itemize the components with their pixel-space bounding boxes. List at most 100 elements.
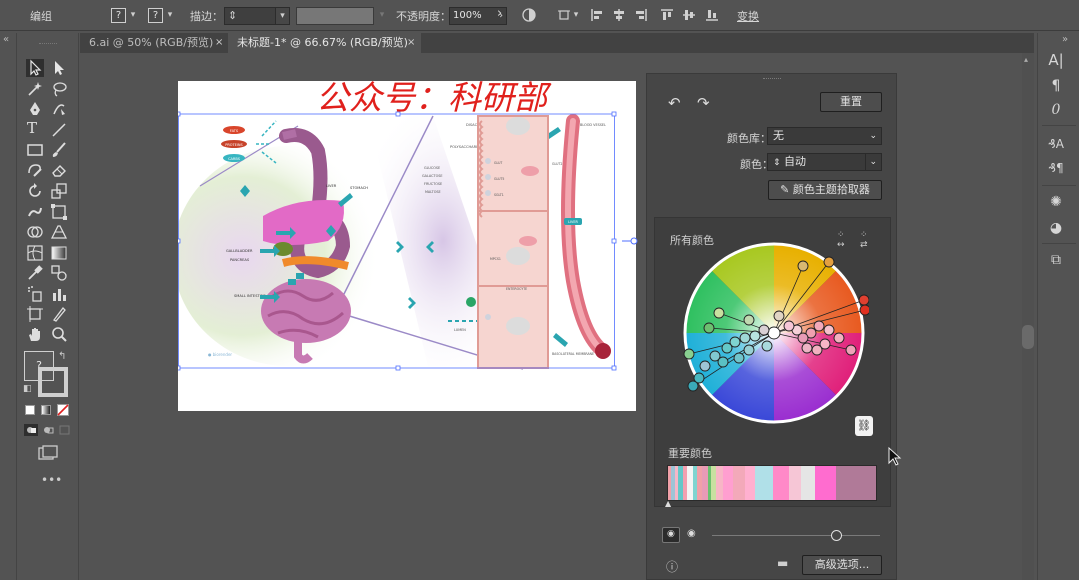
line-tool-icon[interactable] [50, 121, 68, 139]
info-icon[interactable]: ⓘ [666, 558, 678, 575]
column-graph-tool-icon[interactable] [50, 285, 68, 303]
scroll-up-icon[interactable]: ▴ [1024, 55, 1028, 64]
transform-dropdown-icon[interactable]: ▾ [571, 9, 581, 21]
graphic-style-dropdown-icon[interactable]: ▾ [377, 9, 387, 21]
graphic-style-swatch[interactable] [296, 7, 374, 25]
curvature-tool-icon[interactable] [50, 100, 68, 118]
stroke-color-box[interactable] [38, 367, 68, 397]
type-tool-icon[interactable]: T [27, 119, 45, 137]
rectangle-tool-icon[interactable] [26, 141, 44, 159]
edit-toolbar-icon[interactable]: ••• [41, 473, 62, 487]
magic-wand-tool-icon[interactable] [26, 80, 44, 98]
key-color-swatch[interactable] [773, 466, 789, 500]
align-bottom-icon[interactable] [706, 9, 718, 21]
color-theme-picker-button[interactable]: ✎ 颜色主题拾取器 [768, 180, 882, 200]
align-top-icon[interactable] [661, 9, 673, 21]
color-library-select[interactable]: 无 ⌄ [767, 127, 882, 145]
tab-6ai[interactable]: 6.ai @ 50% (RGB/预览) × [80, 33, 228, 53]
selection-tool-icon[interactable] [26, 59, 44, 77]
artboard-tool-icon[interactable] [26, 305, 44, 323]
perspective-grid-tool-icon[interactable] [50, 223, 68, 241]
transform-link[interactable]: 变换 [737, 8, 759, 24]
slice-tool-icon[interactable] [50, 305, 68, 323]
reset-button[interactable]: 重置 [820, 92, 882, 112]
opentype-icon[interactable]: 0 [1047, 101, 1065, 119]
default-fill-stroke-icon[interactable]: ◧ [23, 384, 32, 394]
collapse-right-icon[interactable]: » [1062, 34, 1068, 45]
undo-icon[interactable]: ↶ [668, 94, 681, 112]
colors-select[interactable]: ⇕ 自动 ⌄ [767, 153, 882, 171]
close-icon[interactable]: × [407, 33, 415, 53]
appearance-icon[interactable]: ✺ [1047, 193, 1065, 211]
lasso-tool-icon[interactable] [50, 80, 68, 98]
spinner-icon[interactable]: ⇕ [773, 158, 781, 168]
swap-fill-stroke-icon[interactable]: ↰ [58, 351, 66, 362]
paragraph-styles-icon[interactable]: ₰¶ [1047, 159, 1065, 177]
symbol-sprayer-tool-icon[interactable] [26, 285, 44, 303]
pen-tool-icon[interactable] [26, 100, 44, 118]
close-icon[interactable]: × [215, 33, 223, 53]
character-icon[interactable]: A| [1047, 51, 1065, 69]
gradient-tool-icon[interactable] [50, 244, 68, 262]
align-right-icon[interactable] [635, 9, 647, 21]
warp-tool-icon[interactable] [26, 203, 44, 221]
layers-icon[interactable]: ⧉ [1047, 251, 1065, 269]
eraser-tool-icon[interactable] [50, 161, 68, 179]
vertical-scrollbar[interactable]: ▴ [1022, 53, 1034, 580]
tab-untitled-1[interactable]: 未标题-1* @ 66.67% (RGB/预览) × [228, 33, 421, 53]
direct-selection-tool-icon[interactable] [50, 59, 68, 77]
graphic-styles-icon[interactable]: ◕ [1047, 219, 1065, 237]
align-middle-icon[interactable] [683, 9, 695, 21]
saturation-mode-button[interactable]: ◉ [662, 527, 680, 543]
key-color-swatch[interactable] [733, 466, 746, 500]
stroke-weight-spinner-icon[interactable]: ⇕ [228, 9, 237, 22]
key-color-swatch[interactable] [755, 466, 773, 500]
panel-grip[interactable] [763, 78, 781, 79]
paragraph-icon[interactable]: ¶ [1047, 77, 1065, 95]
key-color-swatch[interactable] [800, 466, 815, 500]
rotate-tool-icon[interactable] [26, 182, 44, 200]
gradient-mode-icon[interactable] [41, 405, 51, 415]
free-transform-tool-icon[interactable] [50, 203, 68, 221]
blend-tool-icon[interactable] [50, 264, 68, 282]
scroll-thumb[interactable] [1022, 325, 1034, 349]
key-color-swatch[interactable] [814, 466, 837, 500]
zoom-tool-icon[interactable] [50, 325, 68, 343]
hand-tool-icon[interactable] [26, 325, 44, 343]
brightness-slider-track[interactable] [712, 535, 880, 536]
stroke-weight-field[interactable]: ⇕ ▾ [224, 7, 290, 25]
opacity-expand-icon[interactable]: › [497, 6, 502, 21]
mesh-tool-icon[interactable] [26, 244, 44, 262]
key-color-swatch[interactable] [715, 466, 724, 500]
link-icon[interactable]: ⛓ [855, 416, 873, 436]
character-styles-icon[interactable]: ₰A [1047, 135, 1065, 153]
stroke-weight-dropdown-icon[interactable]: ▾ [275, 8, 289, 24]
none-mode-icon[interactable] [57, 404, 69, 416]
draw-inside-icon[interactable] [58, 424, 72, 436]
key-color-swatch[interactable] [745, 466, 756, 500]
color-wheel[interactable] [679, 238, 869, 428]
redo-icon[interactable]: ↷ [697, 94, 710, 112]
brightness-slider-thumb[interactable] [831, 530, 842, 541]
brightness-mode-icon[interactable]: ◉ [687, 528, 696, 539]
stroke-dropdown-chevron[interactable]: ▾ [165, 9, 175, 21]
strip-slider-handle[interactable]: ▲ [665, 499, 671, 508]
shaper-tool-icon[interactable] [26, 161, 44, 179]
draw-normal-icon[interactable] [24, 424, 38, 436]
color-mode-icon[interactable] [25, 405, 35, 415]
paintbrush-tool-icon[interactable] [50, 141, 68, 159]
digestion-illustration[interactable]: FATS PROTEINS CARBS LIVER STOMACH GALLBL… [178, 81, 636, 411]
transform-each-icon[interactable] [557, 8, 571, 22]
fill-swatch[interactable]: ? [111, 8, 126, 23]
stroke-swatch[interactable]: ? [148, 8, 163, 23]
fill-dropdown-chevron[interactable]: ▾ [128, 9, 138, 21]
collapse-left-icon[interactable]: « [3, 34, 9, 45]
draw-behind-icon[interactable] [41, 424, 55, 436]
key-colors-strip[interactable] [667, 465, 877, 501]
tools-grip[interactable] [39, 43, 57, 45]
align-left-icon[interactable] [591, 9, 603, 21]
rotate-handle[interactable] [622, 235, 638, 247]
key-color-swatch[interactable] [788, 466, 801, 500]
screen-mode-icon[interactable] [38, 445, 58, 461]
align-center-icon[interactable] [613, 9, 625, 21]
